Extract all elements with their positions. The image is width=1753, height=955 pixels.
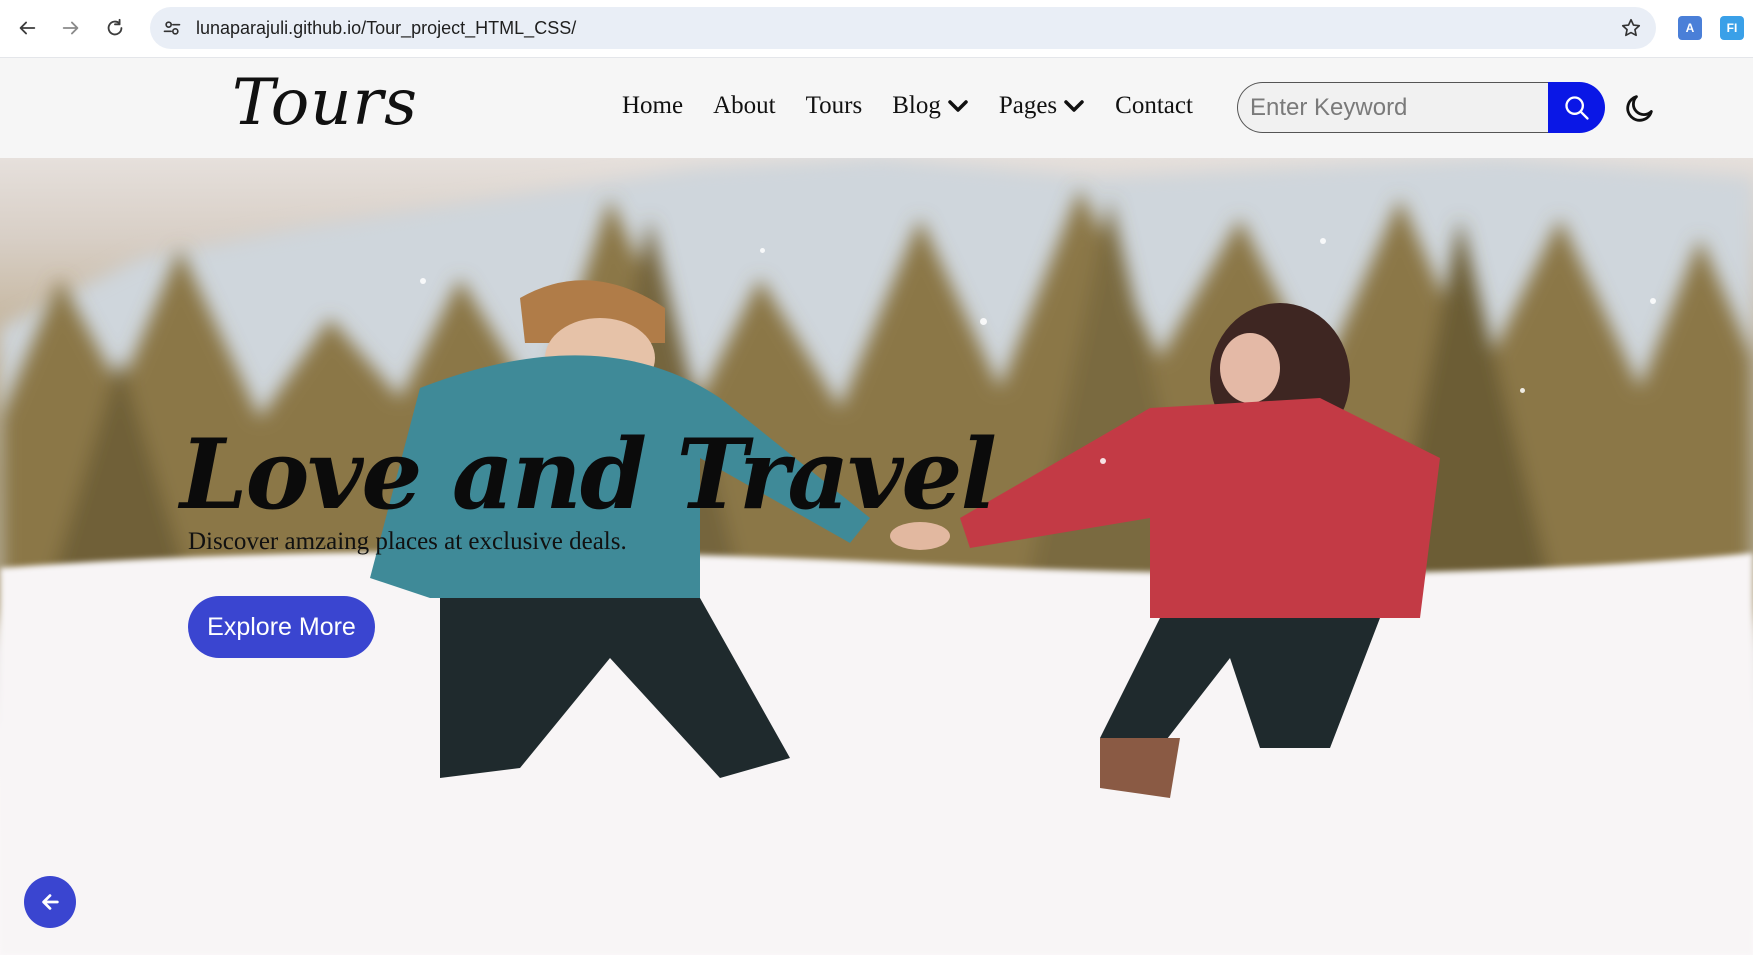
arrow-left-icon [42,894,59,910]
reload-icon [107,18,123,36]
fi-extension-icon[interactable]: FI [1720,16,1744,40]
main-menu: Home About Tours Blog Pages Contact [622,92,1223,120]
search-form [1237,82,1605,133]
nav-label: About [713,92,776,119]
nav-item-contact[interactable]: Contact [1115,92,1193,120]
bookmark-star-icon[interactable] [1618,15,1644,41]
snowflake [980,318,987,325]
nav-item-home[interactable]: Home [622,92,683,120]
forward-arrow-icon [62,21,79,35]
site-logo[interactable]: Tours [232,66,418,140]
translate-extension-icon[interactable]: A [1678,16,1702,40]
address-bar[interactable]: lunaparajuli.github.io/Tour_project_HTML… [150,7,1656,49]
search-icon [1564,95,1589,120]
snowflake [760,248,765,253]
search-button[interactable] [1548,82,1605,133]
snowflake [1520,388,1525,393]
dark-mode-toggle[interactable] [1620,88,1660,128]
browser-toolbar: lunaparajuli.github.io/Tour_project_HTML… [0,0,1753,58]
back-arrow-icon [19,21,36,35]
chevron-down-icon [947,98,969,114]
back-button-floating[interactable] [24,876,76,928]
chevron-down-icon [1063,98,1085,114]
snowflake [1100,458,1106,464]
snowflake [1650,298,1656,304]
moon-icon [1626,95,1653,122]
nav-item-about[interactable]: About [713,92,776,120]
explore-more-button[interactable]: Explore More [188,596,375,658]
extension-label: FI [1726,21,1738,35]
back-button[interactable] [8,9,46,47]
nav-label: Home [622,92,684,119]
nav-label: Tours [805,92,863,119]
nav-item-pages[interactable]: Pages [999,92,1085,120]
hero-title: Love and Travel [180,418,997,531]
search-input[interactable] [1237,82,1567,133]
hero-subtitle: Discover amzaing places at exclusive dea… [188,528,627,555]
nav-label: Pages [998,92,1058,119]
snowflake [420,278,426,284]
nav-label: Contact [1115,92,1193,119]
nav-label: Blog [892,92,941,119]
extension-label: A [1685,21,1695,35]
site-settings-icon[interactable] [160,16,184,40]
hero-section: Love and Travel Discover amzaing places … [0,158,1753,955]
reload-button[interactable] [96,9,134,47]
nav-item-blog[interactable]: Blog [892,92,969,120]
url-text[interactable]: lunaparajuli.github.io/Tour_project_HTML… [196,18,576,39]
site-navbar: Tours Home About Tours Blog Pages Contac… [0,58,1753,158]
snowflake [1320,238,1326,244]
hero-background-image [0,158,1753,955]
nav-item-tours[interactable]: Tours [806,92,863,120]
forward-button[interactable] [52,9,90,47]
